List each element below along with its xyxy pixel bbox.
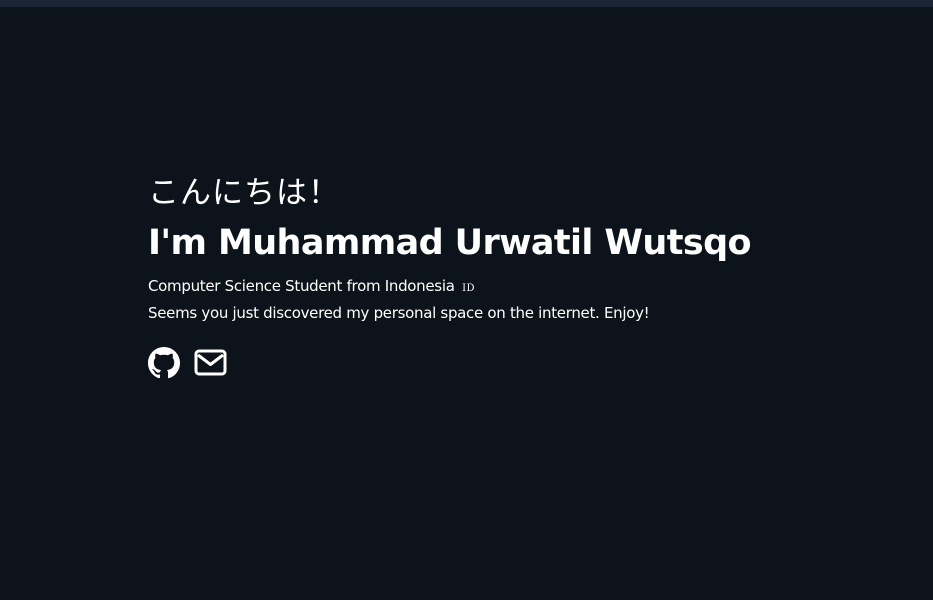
greeting-text: こんにちは！ bbox=[148, 175, 340, 211]
page-title: I'm Muhammad Urwatil Wutsqo bbox=[148, 223, 752, 263]
subtitle: Computer Science Student from Indonesia … bbox=[148, 274, 868, 301]
subtitle-text: Computer Science Student from Indonesia bbox=[148, 277, 455, 295]
social-links bbox=[148, 347, 868, 383]
country-flag: ID bbox=[462, 283, 476, 294]
hero-section: こんにちは！ I'm Muhammad Urwatil Wutsqo Compu… bbox=[148, 172, 868, 383]
envelope-icon[interactable] bbox=[194, 349, 227, 381]
top-bar bbox=[0, 0, 933, 7]
github-icon[interactable] bbox=[148, 347, 180, 383]
tagline: Seems you just discovered my personal sp… bbox=[148, 304, 650, 322]
